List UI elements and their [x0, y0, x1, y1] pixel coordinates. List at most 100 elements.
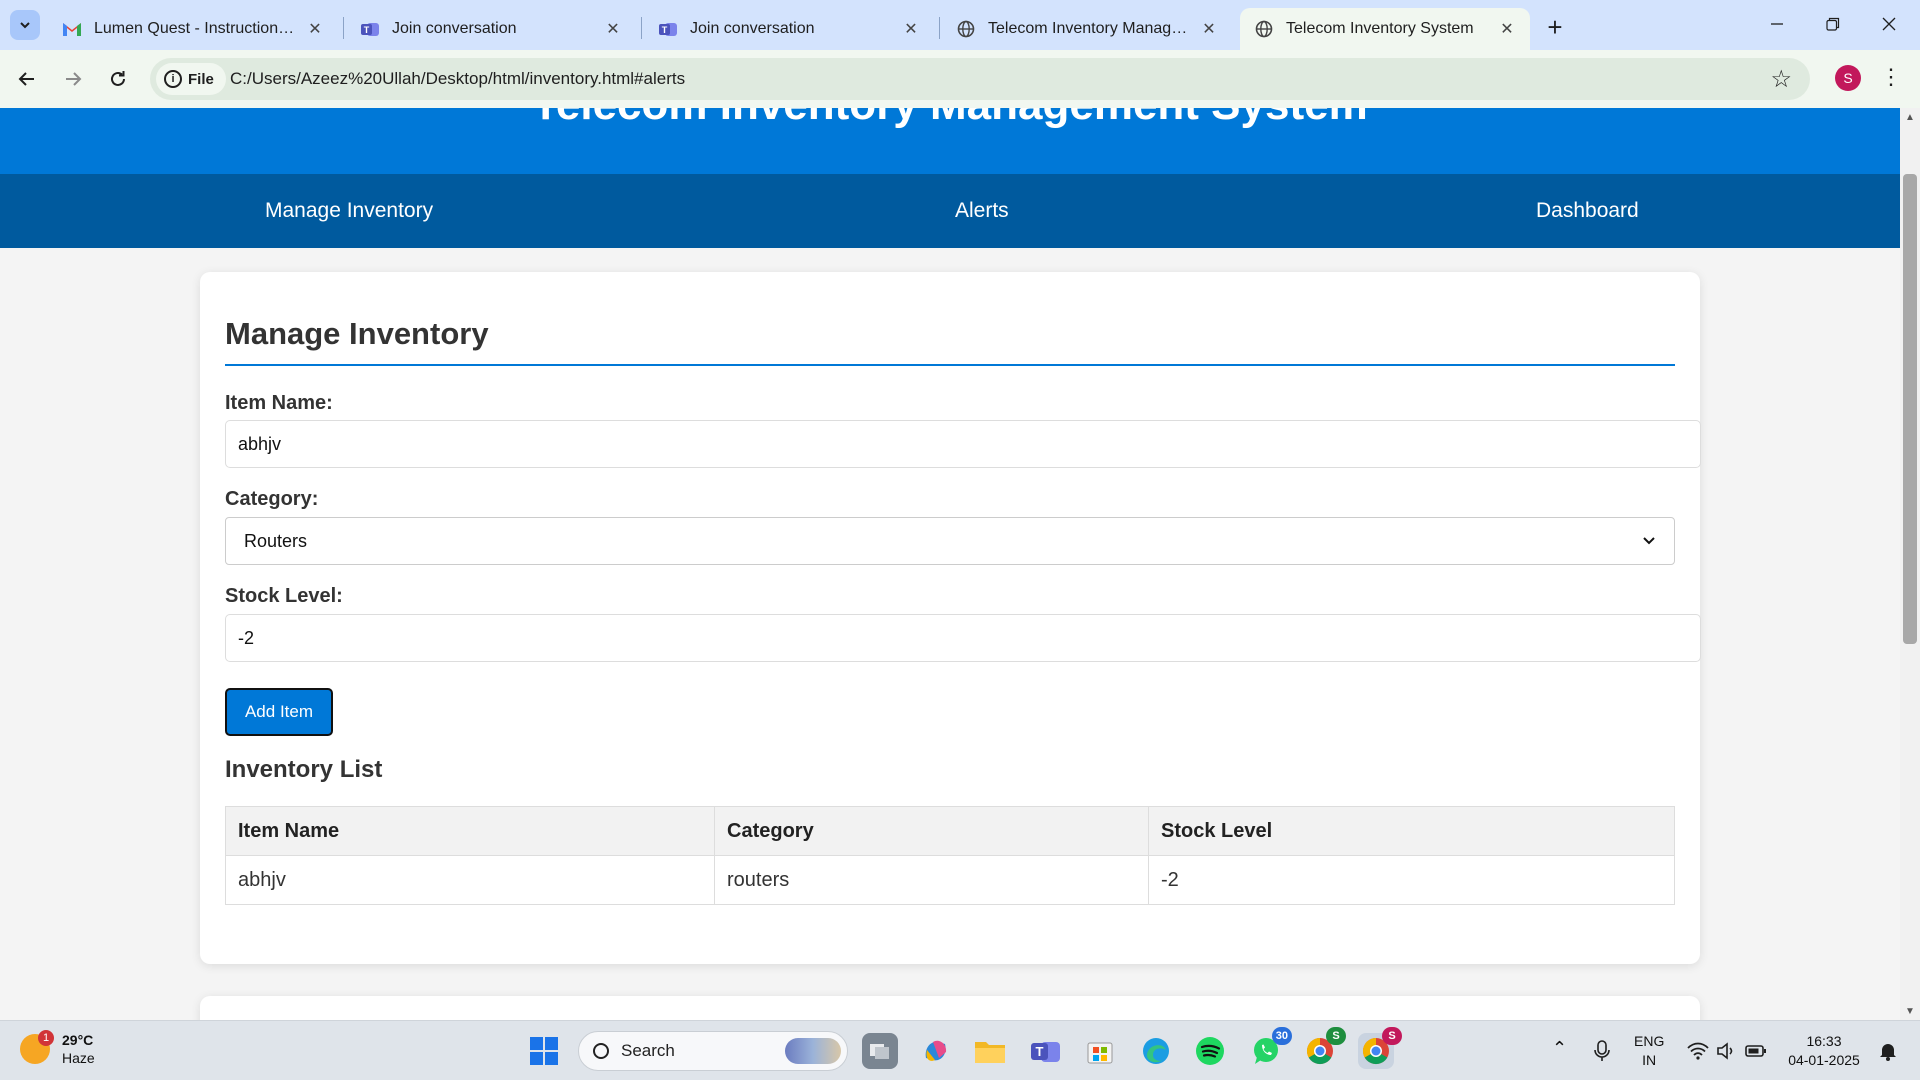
spotify-icon[interactable]: [1192, 1033, 1228, 1069]
table-header-row: Item Name Category Stock Level: [225, 806, 1675, 856]
nav-link-dashboard[interactable]: Dashboard: [1536, 199, 1639, 223]
svg-text:T: T: [662, 25, 668, 35]
language-indicator[interactable]: ENG IN: [1634, 1032, 1664, 1070]
tab-separator: [641, 17, 642, 39]
site-nav: Manage Inventory Alerts Dashboard: [0, 174, 1900, 248]
add-item-button[interactable]: Add Item: [225, 688, 333, 736]
url-text[interactable]: C:/Users/Azeez%20Ullah/Desktop/html/inve…: [230, 69, 685, 89]
close-tab-icon[interactable]: ✕: [1198, 18, 1220, 40]
whatsapp-icon[interactable]: 30: [1248, 1027, 1292, 1069]
stock-level-value: -2: [238, 627, 255, 648]
tab-join-conversation-1[interactable]: T Join conversation ✕: [346, 8, 636, 50]
cell-category: routers: [714, 855, 1149, 905]
region-code: IN: [1642, 1052, 1657, 1068]
tab-title: Telecom Inventory Managemen: [988, 20, 1190, 37]
item-name-label: Item Name:: [225, 392, 333, 414]
tab-lumen-quest[interactable]: Lumen Quest - Instructions and ✕: [48, 8, 338, 50]
page-viewport: Telecom Inventory Management System Mana…: [0, 108, 1900, 1020]
close-tab-icon[interactable]: ✕: [1496, 18, 1518, 40]
stock-level-input[interactable]: -2: [225, 614, 1701, 662]
weather-widget[interactable]: 1 29°C Haze: [20, 1030, 95, 1067]
category-selected-value: Routers: [244, 530, 308, 551]
task-view-icon[interactable]: [862, 1033, 898, 1069]
close-tab-icon[interactable]: ✕: [304, 18, 326, 40]
globe-icon: [1254, 19, 1274, 39]
reload-icon: [111, 71, 125, 86]
minimize-button[interactable]: [1750, 6, 1804, 42]
microphone-icon[interactable]: [1584, 1033, 1620, 1069]
category-label: Category:: [225, 488, 319, 510]
close-tab-icon[interactable]: ✕: [602, 18, 624, 40]
tab-telecom-inventory-management[interactable]: Telecom Inventory Managemen ✕: [942, 8, 1232, 50]
edge-icon[interactable]: [1138, 1033, 1174, 1069]
clock-date: 04-01-2025: [1788, 1052, 1860, 1068]
item-name-input[interactable]: abhjv: [225, 420, 1701, 468]
microsoft-store-icon[interactable]: [1082, 1033, 1118, 1069]
nav-link-manage-inventory[interactable]: Manage Inventory: [265, 199, 433, 223]
chrome-profile-badge: S: [1382, 1027, 1402, 1045]
gmail-icon: [62, 19, 82, 39]
search-label: Search: [621, 1041, 675, 1060]
teams-icon: T: [360, 19, 380, 39]
table-row: abhjv routers -2: [225, 855, 1675, 905]
tab-separator: [939, 17, 940, 39]
copilot-icon[interactable]: [918, 1033, 954, 1069]
globe-icon: [956, 19, 976, 39]
profile-avatar[interactable]: S: [1835, 65, 1861, 91]
item-name-value: abhjv: [238, 433, 282, 454]
tab-title: Join conversation: [690, 20, 815, 37]
scrollbar-thumb[interactable]: [1903, 174, 1917, 644]
file-explorer-icon[interactable]: [972, 1033, 1008, 1069]
windows-logo-icon: [530, 1037, 558, 1065]
reload-button[interactable]: [101, 62, 135, 96]
chrome-active-icon[interactable]: S: [1358, 1027, 1402, 1069]
site-info-chip[interactable]: i File: [156, 63, 226, 95]
taskbar-search-box[interactable]: Search: [578, 1031, 848, 1071]
address-bar[interactable]: i File C:/Users/Azeez%20Ullah/Desktop/ht…: [150, 58, 1810, 100]
arrow-right-icon: [66, 72, 82, 86]
show-hidden-icons-chevron-up-icon[interactable]: ⌃: [1552, 1039, 1567, 1058]
tab-search-button[interactable]: [10, 10, 40, 40]
chrome-profile-badge-green: S: [1326, 1027, 1346, 1045]
start-button[interactable]: [526, 1033, 562, 1069]
plus-icon: +: [1547, 11, 1563, 42]
close-icon: [1882, 17, 1896, 31]
nav-link-alerts[interactable]: Alerts: [955, 199, 1009, 223]
site-title: Telecom Inventory Management System: [0, 108, 1900, 130]
language-code: ENG: [1634, 1033, 1665, 1049]
forward-button[interactable]: [56, 62, 90, 96]
more-menu-icon[interactable]: ⋮: [1880, 64, 1902, 90]
back-button[interactable]: [10, 62, 44, 96]
chevron-down-icon: [1643, 537, 1655, 545]
restore-button[interactable]: [1806, 6, 1860, 42]
tab-join-conversation-2[interactable]: T Join conversation ✕: [644, 8, 934, 50]
teams-icon: T: [658, 19, 678, 39]
close-window-button[interactable]: [1862, 6, 1916, 42]
inventory-table: Item Name Category Stock Level abhjv rou…: [225, 806, 1675, 905]
chrome-icon[interactable]: S: [1302, 1027, 1346, 1069]
close-tab-icon[interactable]: ✕: [900, 18, 922, 40]
chevron-down-icon: [20, 22, 30, 29]
browser-tab-strip: Lumen Quest - Instructions and ✕ T Join …: [0, 0, 1920, 50]
weather-temperature: 29°C: [62, 1032, 94, 1048]
teams-taskbar-icon[interactable]: T: [1028, 1033, 1064, 1069]
battery-icon[interactable]: [1738, 1033, 1774, 1069]
whatsapp-notification-badge: 30: [1271, 1027, 1292, 1045]
section-title: Manage Inventory: [225, 316, 489, 351]
tab-telecom-inventory-system[interactable]: Telecom Inventory System ✕: [1240, 8, 1530, 50]
scroll-up-arrow-icon[interactable]: ▲: [1900, 108, 1920, 126]
scroll-down-arrow-icon[interactable]: ▼: [1900, 1002, 1920, 1020]
weather-sun-icon: 1: [20, 1030, 54, 1064]
clock[interactable]: 16:33 04-01-2025: [1784, 1032, 1864, 1070]
new-tab-button[interactable]: +: [1540, 12, 1570, 42]
cell-item-name: abhjv: [225, 855, 715, 905]
category-select[interactable]: Routers: [225, 517, 1675, 565]
restore-icon: [1826, 17, 1840, 31]
search-icon: [593, 1043, 609, 1059]
notifications-icon[interactable]: [1870, 1033, 1906, 1069]
column-header-category: Category: [714, 806, 1149, 856]
bookmark-star-icon[interactable]: ☆: [1770, 65, 1792, 94]
site-header: Telecom Inventory Management System: [0, 108, 1900, 174]
column-header-stock-level: Stock Level: [1148, 806, 1675, 856]
page-scrollbar[interactable]: ▲ ▼: [1900, 108, 1920, 1020]
